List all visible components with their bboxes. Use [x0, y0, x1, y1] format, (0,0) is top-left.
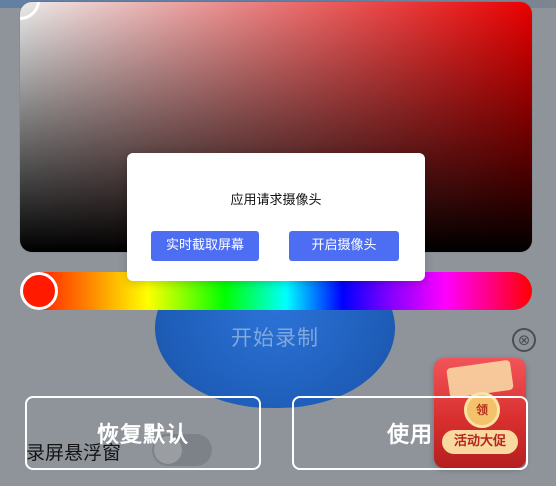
reset-default-button[interactable]: 恢复默认: [25, 396, 261, 470]
reset-default-label: 恢复默认: [96, 423, 189, 448]
screen-capture-button[interactable]: 实时截取屏幕: [151, 231, 259, 261]
hue-slider-handle[interactable]: [20, 272, 58, 310]
use-label: 使用: [386, 423, 433, 448]
dialog-title: 应用请求摄像头: [230, 193, 322, 208]
close-icon[interactable]: ⊗: [512, 328, 536, 352]
camera-request-dialog: 应用请求摄像头 实时截取屏幕 开启摄像头: [127, 153, 425, 281]
open-camera-button[interactable]: 开启摄像头: [289, 231, 399, 261]
use-button[interactable]: 使用: [292, 396, 528, 470]
start-record-label: 开始录制: [231, 326, 319, 350]
